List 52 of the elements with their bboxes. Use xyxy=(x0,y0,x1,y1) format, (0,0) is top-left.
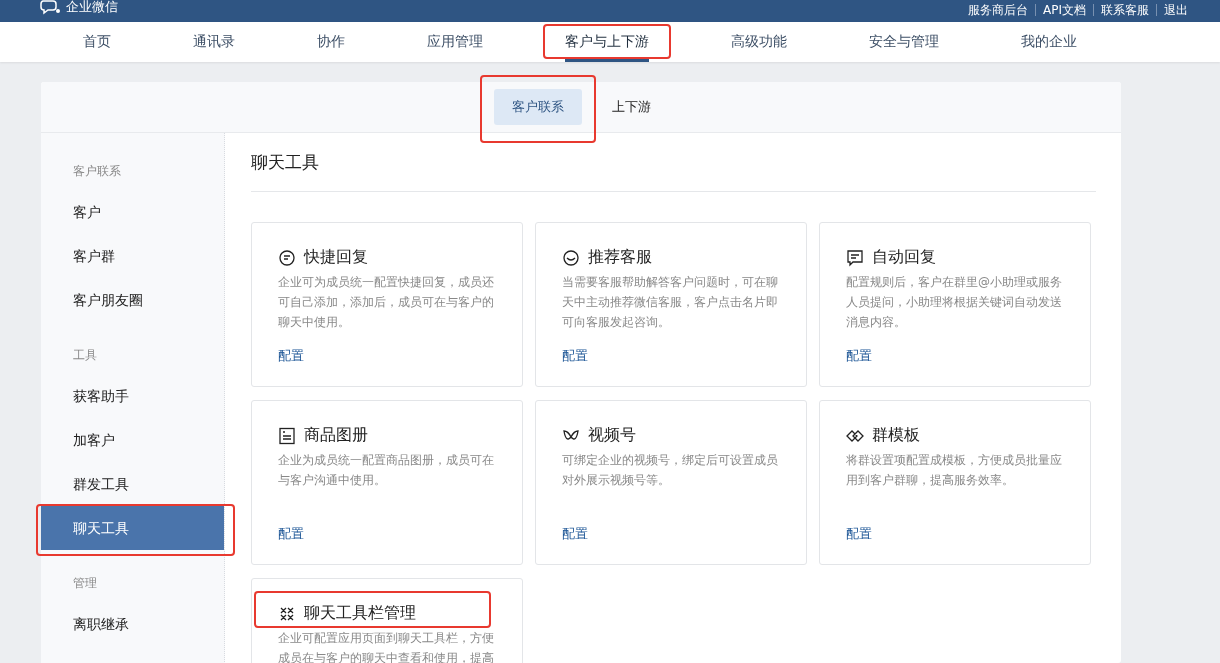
tool-title: 聊天工具栏管理 xyxy=(304,603,416,624)
section-title: 聊天工具 xyxy=(251,133,1096,192)
sidebar-group-title: 管理 xyxy=(72,575,98,592)
nav-tab[interactable]: 协作 xyxy=(317,22,345,62)
nav-tab[interactable]: 我的企业 xyxy=(1021,22,1077,62)
sidebar-item[interactable]: 加客户 xyxy=(41,418,224,462)
configure-link[interactable]: 配置 xyxy=(846,525,872,543)
sidebar-group-title: 客户联系 xyxy=(72,163,122,180)
header-link[interactable]: 退出 xyxy=(1156,4,1195,16)
sidebar-group-title: 工具 xyxy=(72,347,98,364)
header-link[interactable]: 服务商后台 xyxy=(961,4,1035,16)
sub-tab[interactable]: 客户联系 xyxy=(493,89,582,125)
sidebar-item[interactable]: 群发工具 xyxy=(41,462,224,506)
configure-link[interactable]: 配置 xyxy=(278,347,304,365)
tool-title: 商品图册 xyxy=(304,425,368,446)
nav-tab[interactable]: 客户与上下游 xyxy=(565,22,649,62)
header-link[interactable]: 联系客服 xyxy=(1093,4,1156,16)
sidebar-item[interactable]: 客户 xyxy=(41,190,224,234)
tool-description: 配置规则后，客户在群里@小助理或服务人员提问，小助理将根据关键词自动发送消息内容。 xyxy=(846,274,1063,331)
configure-link[interactable]: 配置 xyxy=(846,347,872,365)
sidebar-item[interactable]: 聊天工具 xyxy=(41,506,224,550)
sub-tab[interactable]: 上下游 xyxy=(593,89,669,125)
sidebar-item[interactable]: 获客助手 xyxy=(41,374,224,418)
list-icon xyxy=(278,426,296,445)
nav-tab[interactable]: 通讯录 xyxy=(193,22,235,62)
sidebar-item[interactable]: 客户群 xyxy=(41,234,224,278)
chat-bubbles-icon xyxy=(40,0,62,15)
smile-bubble-icon xyxy=(562,248,580,267)
nav-tab[interactable]: 高级功能 xyxy=(731,22,787,62)
configure-link[interactable]: 配置 xyxy=(278,525,304,543)
header-link[interactable]: API文档 xyxy=(1035,4,1093,16)
configure-link[interactable]: 配置 xyxy=(562,347,588,365)
tool-description: 企业可配置应用页面到聊天工具栏，方便成员在与客户的聊天中查看和使用，提高 xyxy=(278,630,495,663)
nav-tab[interactable]: 首页 xyxy=(83,22,111,62)
sidebar-item[interactable]: 离职继承 xyxy=(41,602,224,646)
tool-description: 企业可为成员统一配置快捷回复，成员还可自己添加，添加后，成员可在与客户的聊天中使用。 xyxy=(278,274,495,331)
tool-description: 将群设置项配置成模板，方便成员批量应用到客户群聊，提高服务效率。 xyxy=(846,452,1063,489)
tool-title: 快捷回复 xyxy=(304,247,368,268)
tool-title: 视频号 xyxy=(588,425,636,446)
nav-tab[interactable]: 安全与管理 xyxy=(869,22,939,62)
sidebar-item[interactable]: 客户朋友圈 xyxy=(41,278,224,322)
chat-bubble-icon xyxy=(278,248,296,267)
tool-description: 可绑定企业的视频号，绑定后可设置成员对外展示视频号等。 xyxy=(562,452,779,489)
configure-link[interactable]: 配置 xyxy=(562,525,588,543)
tool-title: 自动回复 xyxy=(872,247,936,268)
tool-title: 推荐客服 xyxy=(588,247,652,268)
tool-description: 企业为成员统一配置商品图册，成员可在与客户沟通中使用。 xyxy=(278,452,495,489)
nav-tab[interactable]: 应用管理 xyxy=(427,22,483,62)
logo-text: 企业微信 xyxy=(66,0,118,16)
message-icon xyxy=(846,248,864,267)
tool-title: 群模板 xyxy=(872,425,920,446)
tool-description: 当需要客服帮助解答客户问题时，可在聊天中主动推荐微信客服，客户点击名片即可向客服发起咨询。 xyxy=(562,274,779,331)
